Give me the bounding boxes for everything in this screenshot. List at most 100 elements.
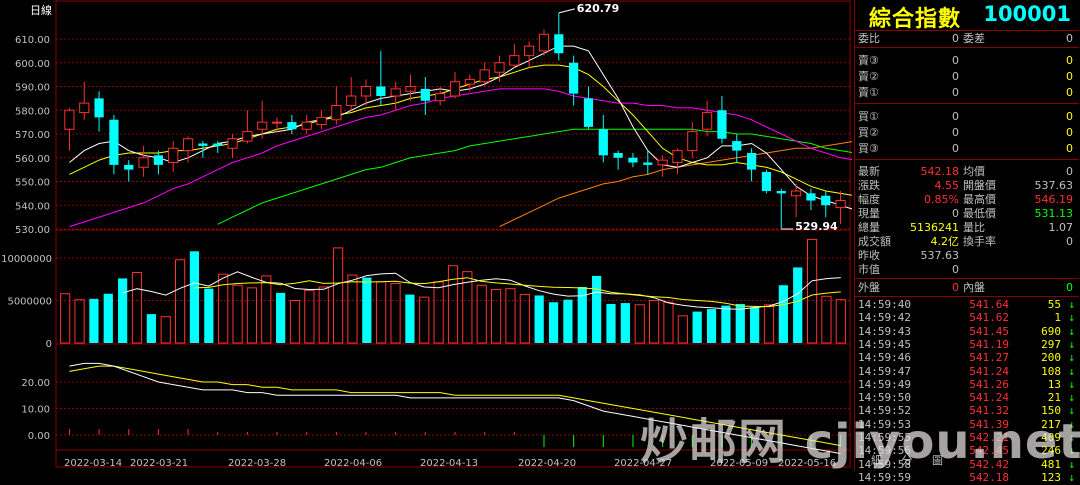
volume-bar-down <box>189 251 200 343</box>
candle-body-up <box>657 159 668 166</box>
volume-bar-up <box>763 304 775 344</box>
tick-volume: 13 <box>1047 377 1061 391</box>
stat-value: 537.63 <box>1034 179 1074 192</box>
tick-time: 14:59:42 <box>858 311 911 325</box>
orderbook-volume: 0 <box>1066 70 1073 83</box>
price-tick-label: 570.00 <box>15 130 50 141</box>
orderbook-row: 買③ 0 0 <box>855 141 1079 157</box>
tick-price: 541.24 <box>969 364 1009 378</box>
volume-bar-down <box>706 309 717 343</box>
candle-body-down <box>613 153 623 158</box>
candle-body-up <box>227 138 238 149</box>
volume-tick-label: 10000000 <box>1 254 52 265</box>
volume-bar-up <box>419 296 430 344</box>
volume-bar-down <box>548 302 559 343</box>
candle-body-down <box>732 141 742 151</box>
candle-body-up <box>316 116 327 125</box>
candle-body-up <box>538 33 550 52</box>
stat-row: 昨收 537.63 <box>855 249 1079 263</box>
kline-svg[interactable]: 日線 610.00 600.00 590.00 580.00 570.00 560.00 55… <box>0 0 852 471</box>
tick-direction-icon: ↓ <box>1068 470 1075 484</box>
low-callout: 529.94 <box>795 220 838 233</box>
price-tick-label: 590.00 <box>15 83 50 94</box>
orderbook-label: 買① <box>858 110 879 123</box>
volume-bar-down <box>563 299 573 343</box>
volume-bar-down <box>606 303 616 343</box>
candle-body-up <box>257 121 268 130</box>
panel-divider <box>855 159 1079 160</box>
tick-direction-icon: ↓ <box>1068 377 1075 391</box>
candle-body-down <box>420 88 430 101</box>
volume-bar-up <box>131 272 143 344</box>
candle-body-up <box>435 93 446 102</box>
tick-direction-icon: ↓ <box>1068 364 1075 378</box>
orderbook-price: 0 <box>952 142 959 155</box>
candle-body-down <box>761 172 772 191</box>
tick-volume: 690 <box>1041 324 1061 338</box>
candle-body-up <box>79 102 90 114</box>
stat-label: 昨收 <box>858 249 880 262</box>
candle-body-down <box>776 191 786 194</box>
stat-value: 531.13 <box>1034 207 1074 220</box>
candle-body-up <box>360 86 372 97</box>
tick-volume: 108 <box>1041 364 1061 378</box>
stat-row: 幅度 0.85% 最高價 546.19 <box>855 193 1079 207</box>
tick-row: 14:59:45 541.19 297 ↓ <box>855 338 1079 352</box>
volume-bar-down <box>276 292 286 343</box>
tick-time: 14:59:43 <box>858 324 911 338</box>
stat-label: 幅度 <box>858 193 880 206</box>
volume-bar-down <box>534 295 544 343</box>
orderbook-volume: 0 <box>1066 142 1073 155</box>
kline-chart[interactable]: 日線 610.00 600.00 590.00 580.00 570.00 560.00 55… <box>0 0 852 471</box>
stat-label: 換手率 <box>963 235 996 248</box>
volume-bar-up <box>663 301 674 344</box>
stat-label: 成交額 <box>858 235 891 248</box>
volume-bar-up <box>447 265 459 344</box>
volume-bar-up <box>806 238 818 344</box>
high-callout-line <box>558 8 575 14</box>
stat-value: 5136241 <box>910 221 959 234</box>
stat-row: 現量 0 最低價 531.13 <box>855 207 1079 221</box>
candle-body-down <box>124 164 134 170</box>
panel-divider <box>855 103 1079 104</box>
ma5-line <box>69 45 852 210</box>
quote-row: 委比 0 委差 0 <box>855 31 1079 47</box>
quote-label: 委差 <box>963 32 985 45</box>
volume-bar-down <box>362 277 372 343</box>
stat-label: 漲跌 <box>858 179 880 192</box>
volume-tick-label: 5000000 <box>7 297 52 308</box>
quote-value: 0 <box>952 32 959 45</box>
tick-row: 14:59:49 541.26 13 ↓ <box>855 378 1079 392</box>
quote-title-bar: 綜合指數 100001 <box>855 0 1080 32</box>
tick-row: 14:59:43 541.45 690 ↓ <box>855 325 1079 339</box>
volume-bar-down <box>793 267 803 343</box>
watermark: 炒邮网 cjiyou.net <box>640 414 1080 470</box>
volume-bar-up <box>246 287 258 344</box>
outer-inner-row: 外盤 0 內盤 0 <box>855 280 1079 296</box>
price-tick-label: 600.00 <box>15 59 50 70</box>
candle-body-down <box>583 98 594 127</box>
stat-label: 市值 <box>858 263 880 276</box>
volume-ma10-line <box>194 277 841 308</box>
date-tick-label: 2022-04-20 <box>518 458 576 469</box>
candle-body-up <box>687 131 698 152</box>
candle-body-up <box>464 78 475 85</box>
candle-body-up <box>331 105 342 121</box>
stat-label: 現量 <box>858 207 880 220</box>
candle-body-down <box>94 98 104 118</box>
panel-divider <box>855 278 1079 279</box>
volume-bar-up <box>332 247 344 344</box>
inner-value: 0 <box>1066 281 1073 294</box>
orderbook-row: 賣② 0 0 <box>855 69 1079 85</box>
period-label: 日線 <box>30 3 52 17</box>
orderbook-label: 賣① <box>858 86 879 99</box>
tick-price: 542.18 <box>969 470 1009 484</box>
tick-direction-icon: ↓ <box>1068 298 1075 311</box>
orderbook-volume: 0 <box>1066 54 1073 67</box>
orderbook-price: 0 <box>952 54 959 67</box>
tick-price: 541.62 <box>969 311 1009 325</box>
indicator-tick-label: 0.00 <box>28 431 50 442</box>
orderbook-price: 0 <box>952 110 959 123</box>
candle-body-up <box>301 121 312 130</box>
volume-bar-down <box>778 285 788 343</box>
